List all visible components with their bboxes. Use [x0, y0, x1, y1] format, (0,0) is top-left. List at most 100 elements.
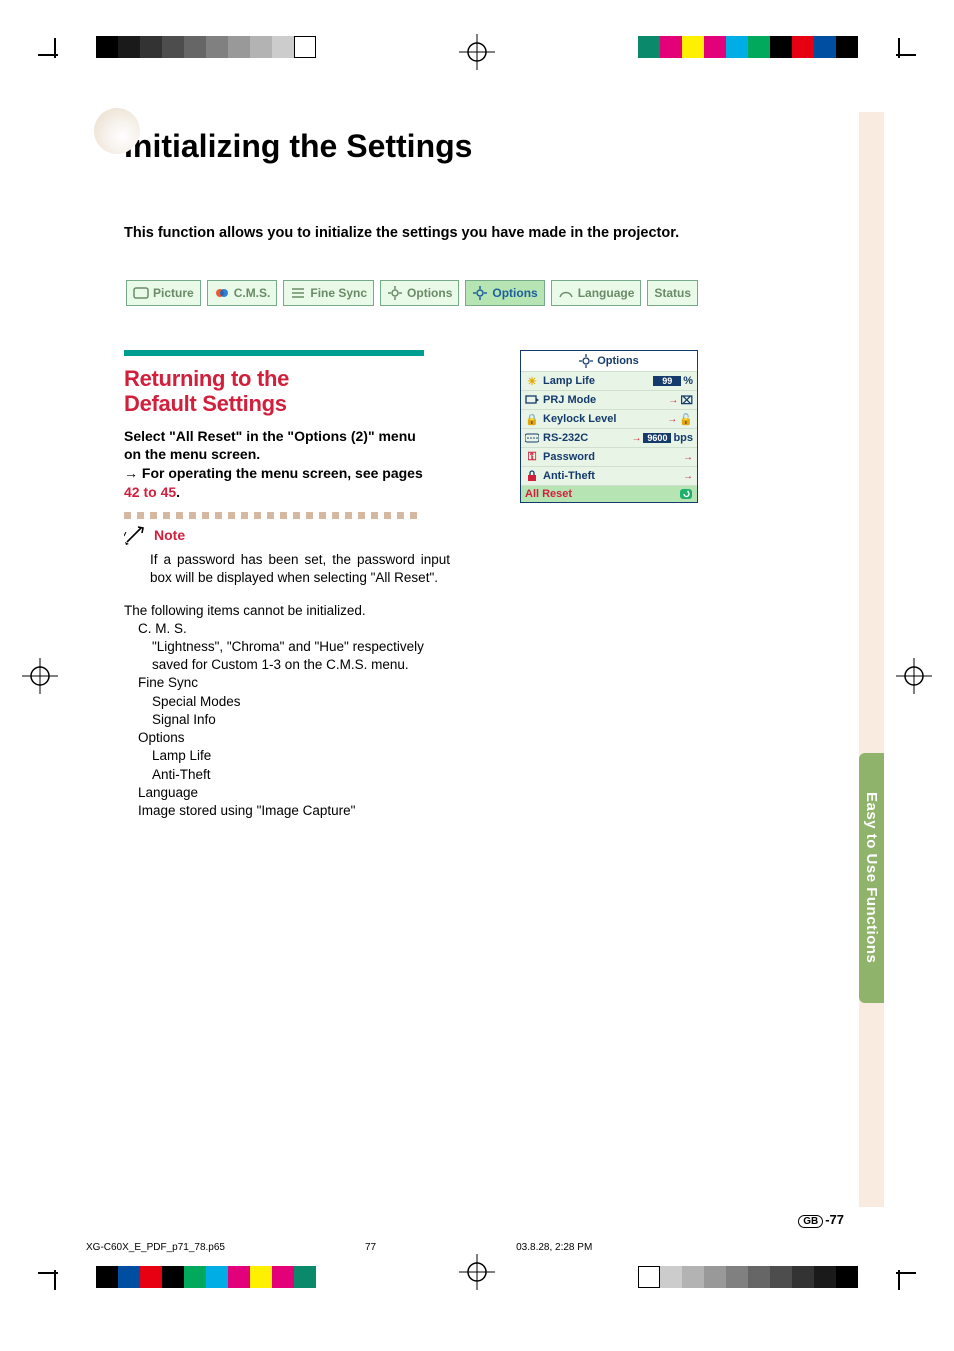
arrow-right-icon: →: [683, 452, 693, 463]
list-item: Fine Sync: [138, 674, 424, 692]
list-item: Signal Info: [152, 711, 424, 729]
tab-label: Status: [654, 286, 691, 300]
osd-row-keylock: 🔒 Keylock Level →🔓: [521, 409, 697, 428]
lead-paragraph: Select "All Reset" in the "Options (2)" …: [124, 427, 424, 503]
tv-icon: ⌧: [680, 394, 693, 407]
osd-row-lamp-life: ☀ Lamp Life 99%: [521, 371, 697, 390]
note-label: Note: [154, 527, 185, 543]
arrow-icon: →: [124, 465, 142, 481]
osd-row-label: Keylock Level: [543, 413, 663, 425]
osd-row-label: Password: [543, 451, 679, 463]
osd-row-rs232c: RS-232C →9600bps: [521, 428, 697, 447]
tab-label: Options: [492, 286, 537, 300]
options-icon: [387, 285, 403, 301]
page-number: GB-77: [798, 1212, 844, 1228]
lamp-icon: ☀: [525, 374, 539, 388]
osd-row-label: RS-232C: [543, 432, 627, 444]
tab-language: Language: [551, 280, 642, 306]
footer-time: 03.8.28, 2:28 PM: [516, 1242, 592, 1253]
cms-icon: [214, 285, 230, 301]
theft-icon: [525, 469, 539, 483]
picture-icon: [133, 285, 149, 301]
osd-row-prj-mode: PRJ Mode →⌧: [521, 390, 697, 409]
footer-page: 77: [365, 1242, 376, 1253]
tab-options-2: Options: [465, 280, 544, 306]
color-strip: [96, 1266, 316, 1288]
section-tab-label: Easy to Use Functions: [863, 792, 880, 963]
print-registration-top: [0, 38, 954, 68]
options-icon: [472, 285, 488, 301]
list-item: Lamp Life: [152, 747, 424, 765]
key-icon: ⚿: [525, 450, 539, 464]
osd-row-label: PRJ Mode: [543, 394, 664, 406]
lead-line1: Select "All Reset" in the "Options (2)" …: [124, 428, 416, 463]
tab-finesync: Fine Sync: [283, 280, 374, 306]
language-icon: [558, 285, 574, 301]
arrow-right-icon: →: [631, 433, 641, 444]
list-item: Image stored using "Image Capture": [138, 802, 424, 820]
color-strip: [638, 36, 858, 58]
list-item: Options: [138, 729, 424, 747]
note-body: If a password has been set, the password…: [150, 551, 450, 587]
serial-icon: [525, 431, 539, 445]
crop-mark-icon: [38, 38, 72, 72]
lock-icon: 🔒: [525, 412, 539, 426]
tab-picture: Picture: [126, 280, 201, 306]
list-item: "Lightness", "Chroma" and "Hue" respecti…: [152, 638, 424, 674]
tab-label: Language: [578, 286, 635, 300]
osd-row-unit: bps: [673, 432, 693, 444]
osd-row-label: All Reset: [525, 488, 675, 500]
list-item: C. M. S.: [138, 620, 424, 638]
lead-line2: For operating the menu screen, see pages: [142, 465, 423, 481]
registration-target-icon: [457, 32, 497, 72]
grayscale-strip: [96, 36, 316, 58]
list-item: Language: [138, 784, 424, 802]
arrow-right-icon: →: [668, 395, 678, 406]
finesync-icon: [290, 285, 306, 301]
tab-status: Status: [647, 280, 698, 306]
prj-icon: [525, 393, 539, 407]
page-number-value: -77: [825, 1212, 844, 1227]
lead-suffix: .: [176, 484, 180, 500]
print-registration-bottom: [0, 1256, 954, 1286]
page-reference-link[interactable]: 42 to 45: [124, 484, 176, 500]
osd-row-label: Lamp Life: [543, 375, 649, 387]
note-divider-dots: [124, 512, 824, 519]
osd-row-unit: %: [683, 375, 693, 387]
registration-target-icon: [894, 656, 934, 696]
osd-row-password: ⚿ Password →: [521, 447, 697, 466]
tab-cms: C.M.S.: [207, 280, 278, 306]
osd-row-label: Anti-Theft: [543, 470, 679, 482]
heading-line2: Default Settings: [124, 391, 287, 416]
registration-target-icon: [20, 656, 60, 696]
osd-row-value: 99: [653, 376, 681, 386]
crop-mark-icon: [882, 1256, 916, 1290]
page-number-prefix: GB: [798, 1215, 823, 1228]
arrow-right-icon: →: [683, 471, 693, 482]
reset-icon: [679, 488, 693, 500]
tab-label: Picture: [153, 286, 194, 300]
list-item: Special Modes: [152, 693, 424, 711]
osd-row-all-reset: All Reset: [521, 485, 697, 502]
crop-mark-icon: [882, 38, 916, 72]
section-heading: Returning to the Default Settings: [124, 366, 824, 417]
heading-accent-bar: [124, 350, 424, 356]
list-item: Anti-Theft: [152, 766, 424, 784]
tab-options-1: Options: [380, 280, 459, 306]
osd-title: Options: [597, 355, 639, 367]
osd-title-row: Options: [521, 351, 697, 371]
right-margin-band: [859, 112, 884, 1207]
note-list: The following items cannot be initialize…: [124, 602, 424, 821]
osd-row-antitheft: Anti-Theft →: [521, 466, 697, 485]
tab-label: Fine Sync: [310, 286, 367, 300]
grayscale-strip: [638, 1266, 858, 1288]
unlock-icon: 🔓: [679, 413, 693, 426]
page-title: Initializing the Settings: [124, 128, 884, 165]
heading-line1: Returning to the: [124, 366, 289, 391]
intro-text: This function allows you to initialize t…: [124, 225, 884, 241]
tab-label: Options: [407, 286, 452, 300]
title-ornament-icon: [94, 108, 140, 154]
page-body: Easy to Use Functions Initializing the S…: [70, 88, 884, 1228]
menu-tab-bar: Picture C.M.S. Fine Sync Options Options…: [126, 280, 698, 306]
note-icon: [124, 525, 150, 545]
